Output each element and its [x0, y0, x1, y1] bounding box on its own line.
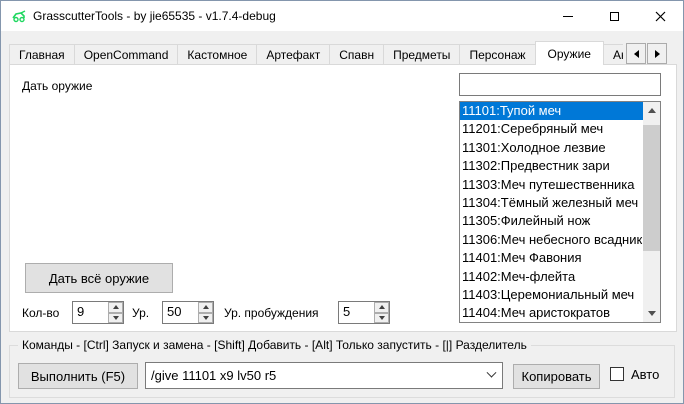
tab-character[interactable]: Персонаж: [459, 44, 535, 65]
minimize-icon: [563, 16, 573, 17]
weapon-list-item[interactable]: 11404:Меч аристократов: [460, 304, 643, 322]
tab-main[interactable]: Главная: [9, 44, 75, 65]
weapon-list-item[interactable]: 11401:Меч Фавония: [460, 249, 643, 267]
command-text: /give 11101 x9 lv50 r5: [146, 368, 480, 383]
count-label: Кол-во: [22, 306, 59, 320]
weapon-list-item[interactable]: 11305:Филейный нож: [460, 212, 643, 230]
tab-spawn[interactable]: Спавн: [329, 44, 384, 65]
level-down-button[interactable]: [198, 313, 213, 324]
commands-legend: Команды - [Ctrl] Запуск и замена - [Shif…: [18, 338, 531, 352]
tab-opencommand[interactable]: OpenCommand: [74, 44, 179, 65]
arrow-up-icon: [203, 305, 209, 309]
refinement-stepper[interactable]: 5: [338, 301, 390, 324]
arrow-up-icon: [379, 305, 385, 309]
weapon-list-item[interactable]: 11303:Меч путешественника: [460, 176, 643, 194]
scroll-down-button[interactable]: [643, 305, 660, 322]
level-stepper[interactable]: 50: [162, 301, 214, 324]
weapon-tab-page: Дать оружие 11101:Тупой меч 11201:Серебр…: [9, 64, 677, 332]
arrow-up-icon: [648, 108, 656, 113]
arrow-down-icon: [379, 316, 385, 320]
weapon-list-item[interactable]: 11302:Предвестник зари: [460, 157, 643, 175]
window-title: GrasscutterTools - by jie65535 - v1.7.4-…: [33, 1, 276, 31]
arrow-left-icon: [634, 50, 639, 58]
give-all-weapons-button[interactable]: Дать всё оружие: [25, 263, 173, 293]
command-combobox[interactable]: /give 11101 x9 lv50 r5: [145, 362, 503, 389]
weapon-listbox: 11101:Тупой меч 11201:Серебряный меч 113…: [459, 101, 661, 323]
level-label: Ур.: [132, 306, 149, 320]
count-stepper[interactable]: 9: [72, 301, 124, 324]
count-up-button[interactable]: [108, 302, 123, 313]
count-value: 9: [73, 302, 108, 323]
arrow-down-icon: [113, 316, 119, 320]
copy-command-button[interactable]: Копировать: [513, 364, 600, 389]
tabs-container: Главная OpenCommand Кастомное Артефакт С…: [9, 41, 623, 65]
tab-items[interactable]: Предметы: [383, 44, 460, 65]
scrollbar-thumb[interactable]: [643, 125, 660, 251]
tab-artifact[interactable]: Артефакт: [256, 44, 330, 65]
title-bar: GrasscutterTools - by jie65535 - v1.7.4-…: [1, 1, 683, 31]
close-icon: [655, 11, 666, 22]
weapon-list-item[interactable]: 11101:Тупой меч: [460, 102, 643, 120]
weapon-list-item[interactable]: 11306:Меч небесного всадника: [460, 231, 643, 249]
weapon-list-item[interactable]: 11403:Церемониальный меч: [460, 286, 643, 304]
arrow-right-icon: [655, 50, 660, 58]
tab-scroll-left-button[interactable]: [626, 43, 646, 64]
level-up-button[interactable]: [198, 302, 213, 313]
tab-strip: Главная OpenCommand Кастомное Артефакт С…: [9, 41, 677, 65]
weapon-list-items: 11101:Тупой меч 11201:Серебряный меч 113…: [460, 102, 643, 322]
app-logo-icon: [11, 8, 27, 24]
arrow-up-icon: [113, 305, 119, 309]
refinement-down-button[interactable]: [374, 313, 389, 324]
run-command-button[interactable]: Выполнить (F5): [18, 363, 138, 389]
commands-groupbox: Команды - [Ctrl] Запуск и замена - [Shif…: [9, 345, 675, 398]
weapon-list-item[interactable]: 11301:Холодное лезвие: [460, 139, 643, 157]
level-value: 50: [163, 302, 198, 323]
tab-scroll-right-button[interactable]: [647, 43, 667, 64]
app-window: GrasscutterTools - by jie65535 - v1.7.4-…: [0, 0, 684, 404]
refinement-label: Ур. пробуждения: [224, 306, 319, 320]
maximize-button[interactable]: [591, 1, 637, 31]
weapon-list-item[interactable]: 11201:Серебряный меч: [460, 120, 643, 138]
auto-checkbox[interactable]: [610, 367, 624, 381]
weapon-list-item[interactable]: 11402:Меч-флейта: [460, 268, 643, 286]
tab-account[interactable]: Аккаунт: [603, 44, 623, 65]
chevron-down-icon: [486, 368, 496, 378]
refinement-up-button[interactable]: [374, 302, 389, 313]
arrow-down-icon: [648, 311, 656, 316]
scroll-up-button[interactable]: [643, 102, 660, 119]
weapon-filter-input[interactable]: [459, 73, 661, 96]
refinement-value: 5: [339, 302, 374, 323]
tab-custom[interactable]: Кастомное: [177, 44, 257, 65]
maximize-icon: [610, 12, 619, 21]
weapon-list-item[interactable]: 11304:Тёмный железный меч: [460, 194, 643, 212]
minimize-button[interactable]: [545, 1, 591, 31]
close-button[interactable]: [637, 1, 683, 31]
combo-dropdown-button[interactable]: [480, 372, 502, 379]
count-down-button[interactable]: [108, 313, 123, 324]
give-weapon-label: Дать оружие: [22, 79, 92, 93]
auto-checkbox-label: Авто: [631, 367, 659, 382]
tab-weapon[interactable]: Оружие: [535, 41, 604, 65]
list-scrollbar[interactable]: [643, 102, 660, 322]
arrow-down-icon: [203, 316, 209, 320]
